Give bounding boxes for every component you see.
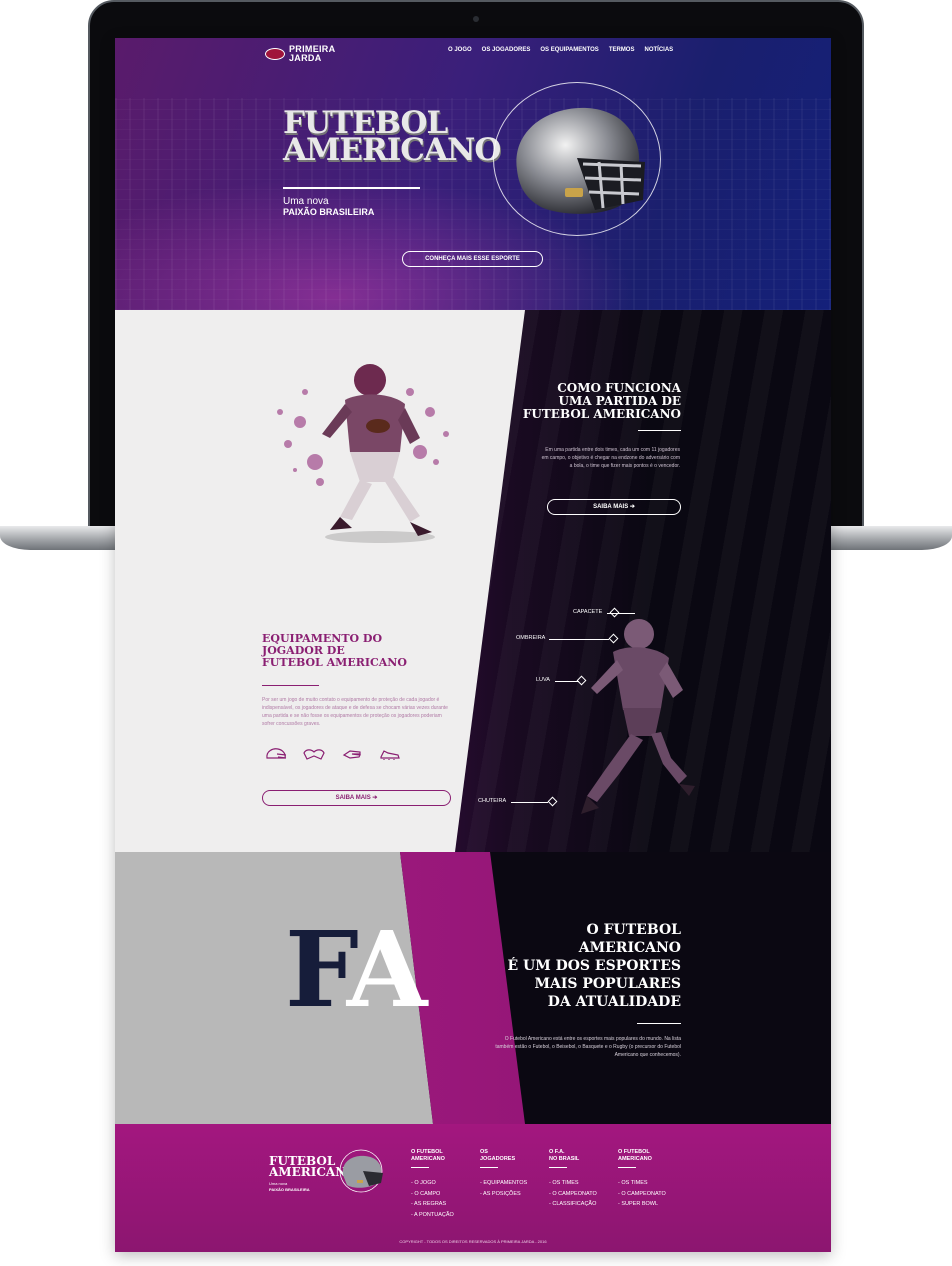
camera-dot	[473, 16, 479, 22]
nav-item-termos[interactable]: TERMOS	[609, 47, 635, 53]
nav-item-os-jogadores[interactable]: OS JOGADORES	[482, 47, 531, 53]
footer-col2-title1: OS	[480, 1149, 488, 1155]
footer-col4-title2: AMERICANO	[618, 1156, 652, 1162]
hero-subtitle-line1: Uma nova	[283, 196, 329, 207]
football-icon	[265, 48, 285, 60]
footer-col2-divider	[480, 1167, 498, 1168]
footer-column-brasil: O F.A. NO BRASIL - OS TIMES - O CAMPEONAT…	[549, 1149, 597, 1210]
callout-ombreira-line	[549, 639, 609, 640]
footer-col4-divider	[618, 1167, 636, 1168]
glove-icon[interactable]	[340, 747, 364, 761]
hero-title-line2: AMERICANO	[283, 132, 501, 168]
eq-title-line3: FUTEBOL AMERICANO	[262, 656, 407, 669]
fa-letter-a: A	[346, 908, 428, 1031]
hero-subtitle-line2: PAIXÃO BRASILEIRA	[283, 207, 375, 217]
callout-capacete: CAPACETE	[573, 609, 603, 615]
footer-link-o-jogo[interactable]: - O JOGO	[411, 1178, 454, 1189]
footer-col1-title2: AMERICANO	[411, 1156, 445, 1162]
equipped-player-image	[581, 619, 695, 814]
footer-col1-title1: O FUTEBOL	[411, 1149, 443, 1155]
callout-luva: LUVA	[536, 677, 550, 683]
site-logo[interactable]: PRIMEIRA JARDA	[265, 45, 335, 63]
callout-chuteira: CHUTEIRA	[478, 798, 507, 804]
shoulder-pads-icon[interactable]	[302, 747, 326, 761]
running-player-image	[277, 364, 449, 543]
footer-link-os-times[interactable]: - OS TIMES	[549, 1178, 597, 1189]
footer-link-classificacao[interactable]: - CLASSIFICAÇÃO	[549, 1199, 597, 1210]
footer-link-o-campo[interactable]: - O CAMPO	[411, 1189, 454, 1200]
footer-column-americano: O FUTEBOL AMERICANO - OS TIMES - O CAMPEO…	[618, 1149, 666, 1210]
footer-subtitle-line2: PAIXÃO BRASILEIRA	[269, 1187, 310, 1192]
footer-col3-divider	[549, 1167, 567, 1168]
fa-title-line1: O FUTEBOL	[586, 922, 681, 938]
footer-link-o-campeonato[interactable]: - O CAMPEONATO	[549, 1189, 597, 1200]
hero-section: PRIMEIRA JARDA O JOGO OS JOGADORES OS EQ…	[115, 38, 831, 310]
footer-column-futebol: O FUTEBOL AMERICANO - O JOGO - O CAMPO - …	[411, 1149, 454, 1220]
popularity-text: O Futebol Americano está entre os esport…	[495, 1036, 681, 1058]
logo-line2: JARDA	[289, 53, 322, 63]
footer-link-a-pontuacao[interactable]: - A PONTUAÇÃO	[411, 1210, 454, 1221]
hero-title: FUTEBOL AMERICANO	[283, 108, 501, 168]
footer-link-as-regras[interactable]: - AS REGRAS	[411, 1199, 454, 1210]
callout-ombreira: OMBREIRA	[516, 635, 546, 641]
how-it-works-text: Em uma partida entre dois times, cada um…	[541, 447, 680, 469]
callout-chuteira-line	[511, 802, 548, 803]
footer-link-equipamentos[interactable]: - EQUIPAMENTOS	[480, 1178, 527, 1189]
fa-title-line2: AMERICANO	[578, 940, 681, 956]
equipment-saiba-mais-button[interactable]: SAIBA MAIS ➔	[262, 790, 451, 806]
fa-monogram: FA	[285, 918, 427, 1022]
nav-item-os-equipamentos[interactable]: OS EQUIPAMENTOS	[540, 47, 598, 53]
footer-col3-title1: O F.A.	[549, 1149, 565, 1155]
equipment-icons	[264, 747, 402, 761]
how-divider	[638, 430, 681, 431]
popularity-title: O FUTEBOL AMERICANO É UM DOS ESPORTES MA…	[507, 921, 681, 1011]
hero-divider	[283, 187, 420, 189]
main-nav: O JOGO OS JOGADORES OS EQUIPAMENTOS TERM…	[448, 47, 673, 53]
footer-link-os-times-2[interactable]: - OS TIMES	[618, 1178, 666, 1189]
fa-title-line4: MAIS POPULARES	[534, 976, 681, 992]
site-footer: FUTEBOL AMERICANO Uma nova PAIXÃO BRASIL…	[115, 1124, 831, 1252]
footer-col3-title2: NO BRASIL	[549, 1156, 580, 1162]
footer-subtitle-line1: Uma nova	[269, 1181, 288, 1186]
equipment-title: EQUIPAMENTO DO JOGADOR DE FUTEBOL AMERIC…	[262, 633, 407, 669]
fa-title-line5: DA ATUALIDADE	[547, 994, 681, 1010]
equipment-divider	[262, 685, 319, 686]
copyright-text: COPYRIGHT - TODOS OS DIREITOS RESERVADOS…	[399, 1239, 547, 1244]
footer-helmet-icon	[339, 1149, 383, 1193]
learn-more-sport-button[interactable]: CONHEÇA MAIS ESSE ESPORTE	[402, 251, 543, 267]
equipment-text: Por ser um jogo de muito contato o equip…	[262, 697, 448, 727]
how-title-line3: FUTEBOL AMERICANO	[522, 407, 681, 421]
footer-link-super-bowl[interactable]: - SUPER BOWL	[618, 1199, 666, 1210]
footer-col4-title1: O FUTEBOL	[618, 1149, 650, 1155]
callout-luva-line	[555, 681, 579, 682]
footer-link-o-campeonato-2[interactable]: - O CAMPEONATO	[618, 1189, 666, 1200]
fa-title-line3: É UM DOS ESPORTES	[507, 958, 681, 974]
how-it-works-title: COMO FUNCIONA UMA PARTIDA DE FUTEBOL AME…	[523, 382, 681, 421]
footer-column-jogadores: OS JOGADORES - EQUIPAMENTOS - AS POSIÇÕES	[480, 1149, 527, 1199]
info-section: COMO FUNCIONA UMA PARTIDA DE FUTEBOL AME…	[115, 310, 831, 852]
footer-link-as-posicoes[interactable]: - AS POSIÇÕES	[480, 1189, 527, 1200]
helmet-outline-icon[interactable]	[264, 747, 288, 761]
how-saiba-mais-button[interactable]: SAIBA MAIS ➔	[547, 499, 681, 515]
cleat-icon[interactable]	[378, 747, 402, 761]
fa-letter-f: F	[285, 908, 353, 1031]
website-mockup: PRIMEIRA JARDA O JOGO OS JOGADORES OS EQ…	[115, 38, 831, 1252]
footer-col1-divider	[411, 1167, 429, 1168]
helmet-icon	[516, 107, 645, 214]
popularity-section: FA O FUTEBOL AMERICANO É UM DOS ESPORTES…	[115, 852, 831, 1124]
footer-col2-title2: JOGADORES	[480, 1156, 516, 1162]
nav-item-noticias[interactable]: NOTÍCIAS	[644, 47, 673, 53]
popularity-divider	[637, 1023, 681, 1024]
nav-item-o-jogo[interactable]: O JOGO	[448, 47, 472, 53]
